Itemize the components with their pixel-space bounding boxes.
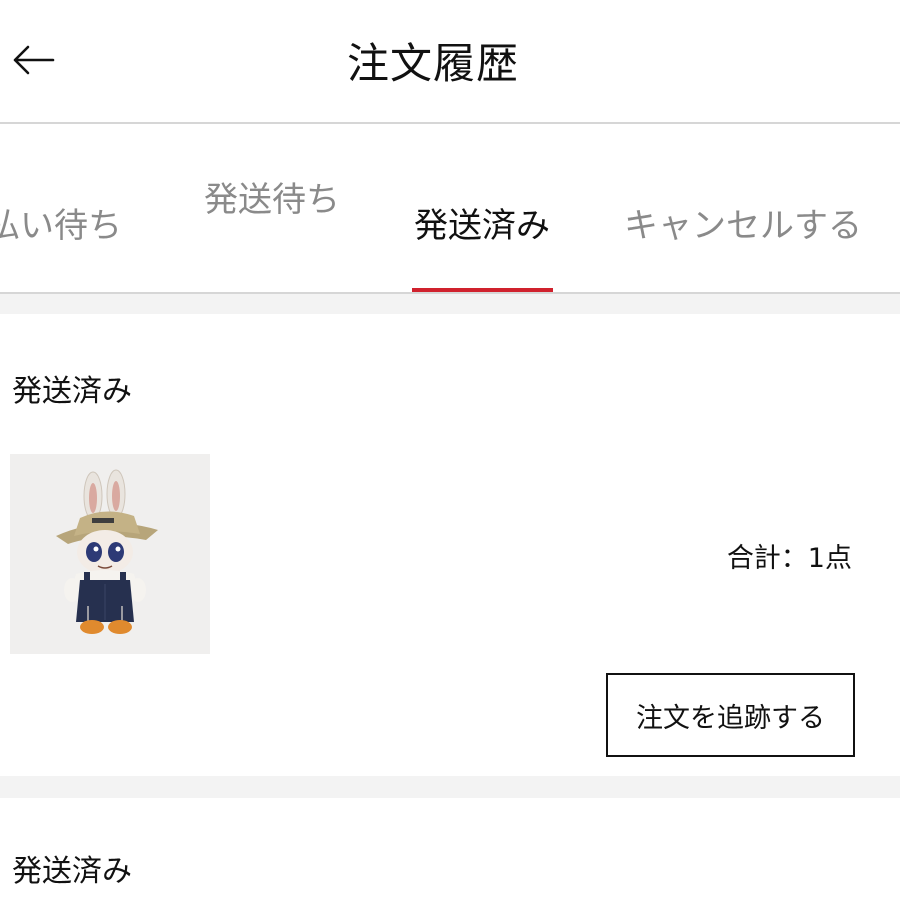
section-divider bbox=[0, 294, 900, 314]
order-total: 合計：1点 bbox=[726, 543, 852, 574]
order-status-tabs: 払い待ち 発送待ち 発送済み キャンセルする bbox=[0, 124, 900, 294]
order-card: 発送済み bbox=[0, 314, 900, 776]
track-order-button[interactable]: 注文を追跡する bbox=[606, 673, 855, 757]
tab-cancel[interactable]: キャンセルする bbox=[624, 198, 862, 247]
tab-shipped[interactable]: 発送済み bbox=[414, 198, 550, 247]
order-status-label: 発送済み bbox=[12, 374, 132, 409]
tab-awaiting-shipment[interactable]: 発送待ち bbox=[204, 172, 340, 221]
labubu-figure-image bbox=[56, 469, 158, 634]
order-card: 発送済み bbox=[0, 798, 900, 900]
tab-awaiting-payment[interactable]: 払い待ち bbox=[0, 198, 122, 247]
app-header: 注文履歴 bbox=[0, 0, 900, 124]
product-image[interactable] bbox=[10, 454, 210, 654]
order-status-label: 発送済み bbox=[12, 854, 132, 889]
section-divider bbox=[0, 776, 900, 798]
active-tab-indicator bbox=[412, 288, 553, 292]
page-title: 注文履歴 bbox=[346, 39, 519, 88]
